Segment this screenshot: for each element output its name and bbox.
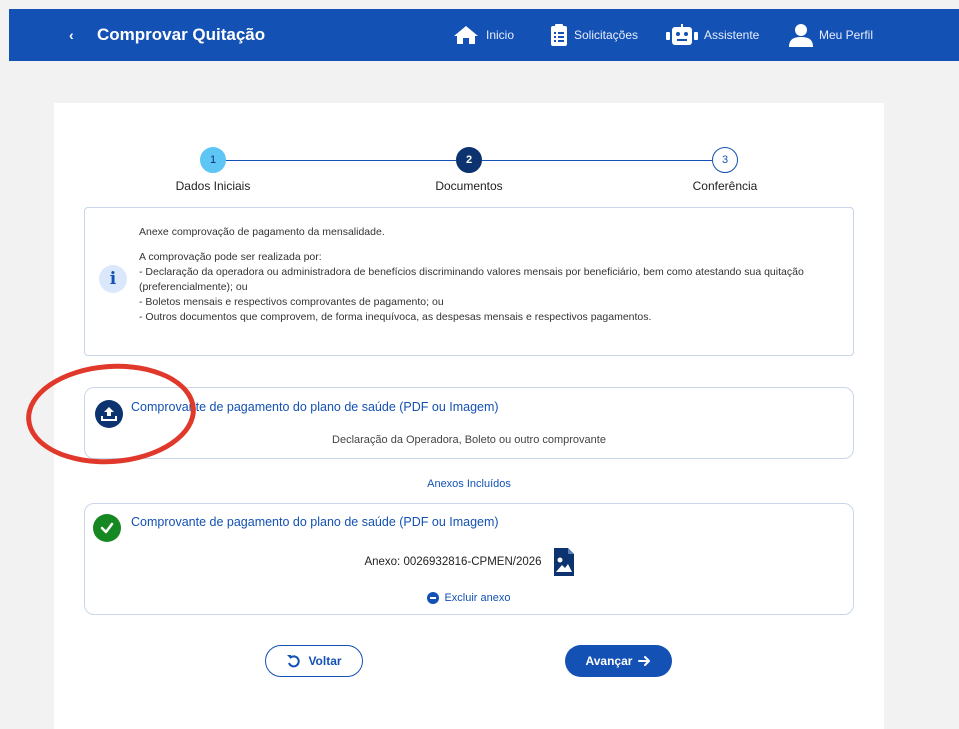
top-bar: ‹ Comprovar Quitação Inicio Solicitações… <box>9 9 959 61</box>
clipboard-icon <box>551 24 567 46</box>
annex-item: Comprovante de pagamento do plano de saú… <box>84 503 854 615</box>
next-button-label: Avançar <box>585 654 633 668</box>
step-1-label: Dados Iniciais <box>175 179 251 193</box>
main-card: 1 2 3 Dados Iniciais Documentos Conferên… <box>54 103 884 729</box>
step-3-label: Conferência <box>692 179 758 193</box>
nav-label: Meu Perfil <box>819 28 874 42</box>
info-line: A comprovação pode ser realizada por: <box>139 251 322 263</box>
info-box: i Anexe comprovação de pagamento da mens… <box>84 207 854 356</box>
nav-item-assistente[interactable]: Assistente <box>666 22 759 48</box>
user-icon <box>789 24 813 47</box>
upload-title[interactable]: Comprovante de pagamento do plano de saú… <box>131 400 499 414</box>
image-file-icon[interactable] <box>553 548 574 576</box>
info-line: - Outros documentos que comprovem, de fo… <box>139 311 652 323</box>
step-connector <box>226 160 456 161</box>
step-connector <box>482 160 712 161</box>
back-button[interactable]: Voltar <box>265 645 363 677</box>
info-line: Anexe comprovação de pagamento da mensal… <box>139 226 385 238</box>
step-2-indicator: 2 <box>456 147 482 173</box>
nav-item-inicio[interactable]: Inicio <box>452 22 514 48</box>
undo-icon <box>287 655 301 668</box>
nav-label: Assistente <box>704 28 760 42</box>
back-button-label: Voltar <box>308 654 342 668</box>
info-icon: i <box>99 265 127 293</box>
back-chevron-icon[interactable]: ‹ <box>69 26 83 44</box>
nav-label: Solicitações <box>574 28 639 42</box>
annex-file-row: Anexo: 0026932816-CPMEN/2026 <box>85 548 853 576</box>
remove-annex-label: Excluir anexo <box>444 592 511 604</box>
next-button[interactable]: Avançar <box>565 645 672 677</box>
info-text: Anexe comprovação de pagamento da mensal… <box>139 225 851 325</box>
info-line: - Boletos mensais e respectivos comprova… <box>139 296 444 308</box>
annex-file-label: Anexo: 0026932816-CPMEN/2026 <box>364 556 542 568</box>
upload-subtitle: Declaração da Operadora, Boleto ou outro… <box>332 434 606 446</box>
nav-label: Inicio <box>486 28 515 42</box>
home-icon <box>454 26 478 44</box>
step-3-indicator: 3 <box>712 147 738 173</box>
annex-title: Comprovante de pagamento do plano de saú… <box>131 515 499 529</box>
nav-item-meu-perfil[interactable]: Meu Perfil <box>789 22 873 48</box>
page-title: Comprovar Quitação <box>97 25 266 44</box>
step-1-indicator[interactable]: 1 <box>200 147 226 173</box>
nav-item-solicitacoes[interactable]: Solicitações <box>550 22 638 48</box>
annexes-heading: Anexos Incluídos <box>427 478 511 490</box>
robot-icon <box>666 24 698 45</box>
remove-annex-link[interactable]: Excluir anexo <box>85 592 853 604</box>
upload-icon[interactable] <box>95 400 123 428</box>
upload-dropzone[interactable]: Comprovante de pagamento do plano de saú… <box>84 387 854 459</box>
arrow-right-icon <box>638 656 651 666</box>
check-icon <box>93 514 121 542</box>
step-2-label: Documentos <box>435 179 503 193</box>
remove-icon <box>427 592 440 604</box>
info-line: - Declaração da operadora ou administrad… <box>139 266 804 293</box>
